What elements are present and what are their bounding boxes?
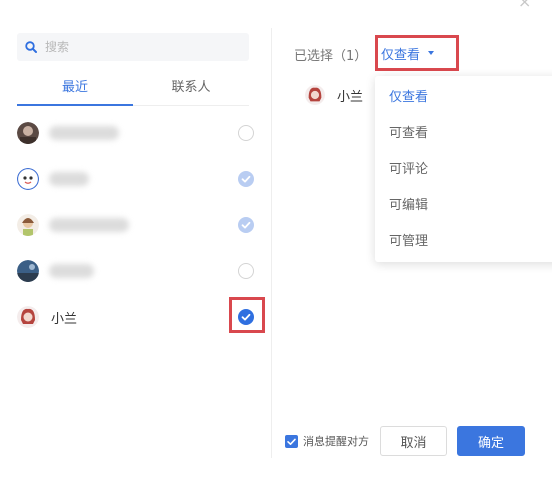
menu-item-can-comment[interactable]: 可评论 xyxy=(375,152,552,188)
search-icon xyxy=(25,41,37,53)
avatar xyxy=(17,306,39,328)
selected-item-name: 小兰 xyxy=(337,89,364,105)
check-icon xyxy=(241,221,251,229)
menu-item-can-manage[interactable]: 可管理 xyxy=(375,224,552,260)
contact-name: 小兰 xyxy=(51,311,78,327)
permission-menu: 仅查看 可查看 可评论 可编辑 可管理 xyxy=(375,76,552,262)
avatar xyxy=(17,122,39,144)
selected-item: 小兰 xyxy=(305,85,363,105)
menu-item-can-edit[interactable]: 可编辑 xyxy=(375,188,552,224)
tab-contacts[interactable]: 联系人 xyxy=(133,76,249,95)
selected-count-label: 已选择（1） xyxy=(294,49,368,64)
list-item[interactable] xyxy=(17,110,262,156)
highlight-box xyxy=(229,297,265,333)
permission-dropdown[interactable]: 仅查看 xyxy=(375,35,459,71)
check-icon xyxy=(287,438,296,445)
list-item[interactable]: 小兰 xyxy=(17,294,265,340)
confirm-button[interactable]: 确定 xyxy=(457,426,525,456)
pane-divider xyxy=(271,28,272,458)
active-tab-indicator xyxy=(17,104,133,106)
menu-item-view-only[interactable]: 仅查看 xyxy=(375,80,552,116)
list-item[interactable] xyxy=(17,248,262,294)
check-icon xyxy=(241,175,251,183)
select-checkbox xyxy=(238,217,254,233)
avatar xyxy=(305,85,325,105)
select-checkbox[interactable] xyxy=(238,263,254,279)
close-icon[interactable]: × xyxy=(518,0,534,10)
contact-name-blurred xyxy=(49,126,119,140)
search-box[interactable] xyxy=(17,33,249,61)
contact-name-blurred xyxy=(49,218,129,232)
permission-value: 仅查看 xyxy=(381,47,421,63)
list-item[interactable] xyxy=(17,202,262,248)
avatar xyxy=(17,214,39,236)
select-checkbox[interactable] xyxy=(238,125,254,141)
avatar xyxy=(17,260,39,282)
notify-label: 消息提醒对方 xyxy=(303,435,369,448)
contact-list: 小兰 xyxy=(17,110,265,340)
cancel-button[interactable]: 取消 xyxy=(380,426,447,456)
select-checkbox[interactable] xyxy=(229,297,265,333)
contact-tabs: 最近 联系人 xyxy=(17,68,249,106)
search-input[interactable] xyxy=(45,40,225,54)
notify-checkbox[interactable] xyxy=(285,434,298,448)
menu-item-can-view[interactable]: 可查看 xyxy=(375,116,552,152)
contact-name-blurred xyxy=(49,264,94,278)
caret-down-icon xyxy=(428,51,435,55)
notify-option[interactable]: 消息提醒对方 xyxy=(285,433,369,449)
list-item[interactable] xyxy=(17,156,262,202)
avatar xyxy=(17,168,39,190)
select-checkbox xyxy=(238,171,254,187)
contact-name-blurred xyxy=(49,172,89,186)
tab-recent[interactable]: 最近 xyxy=(17,76,133,95)
